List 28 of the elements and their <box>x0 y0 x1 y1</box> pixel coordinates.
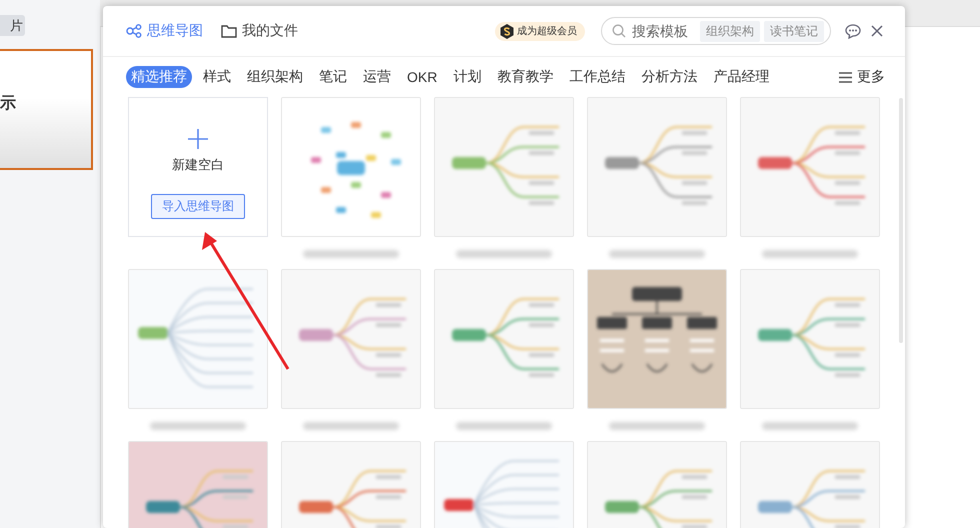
slide-thumbnail[interactable]: 示 <box>0 49 93 170</box>
slide-title: 示 <box>0 94 16 114</box>
mindmap-icon <box>126 24 142 38</box>
category-tab[interactable]: 教育教学 <box>492 66 558 88</box>
category-tab[interactable]: 计划 <box>448 66 486 88</box>
plus-icon <box>187 128 209 150</box>
category-tab[interactable]: 组织架构 <box>242 66 308 88</box>
header-tab[interactable]: 我的文件 <box>221 22 298 40</box>
category-tab[interactable]: OKR <box>402 67 442 87</box>
category-tab[interactable]: 运营 <box>358 66 396 88</box>
new-blank-card[interactable]: 新建空白 导入思维导图 <box>128 97 268 237</box>
more-button[interactable]: 更多 <box>839 68 885 86</box>
category-tab[interactable]: 笔记 <box>314 66 352 88</box>
menu-icon <box>839 72 852 82</box>
category-tab[interactable]: 工作总结 <box>564 66 630 88</box>
header-tab[interactable]: 思维导图 <box>126 22 203 40</box>
panel-tab[interactable]: 片 <box>0 15 25 36</box>
search-icon <box>612 24 626 38</box>
new-blank-label: 新建空白 <box>172 156 224 174</box>
coin-icon <box>500 24 514 38</box>
category-tab[interactable]: 产品经理 <box>708 66 774 88</box>
folder-icon <box>221 24 237 38</box>
chat-icon[interactable] <box>845 24 861 38</box>
category-tab[interactable]: 样式 <box>198 66 236 88</box>
vip-badge[interactable]: 成为超级会员 <box>495 22 585 40</box>
category-tab[interactable]: 分析方法 <box>636 66 702 88</box>
close-icon[interactable] <box>871 25 883 37</box>
category-tab[interactable]: 精选推荐 <box>126 66 192 88</box>
